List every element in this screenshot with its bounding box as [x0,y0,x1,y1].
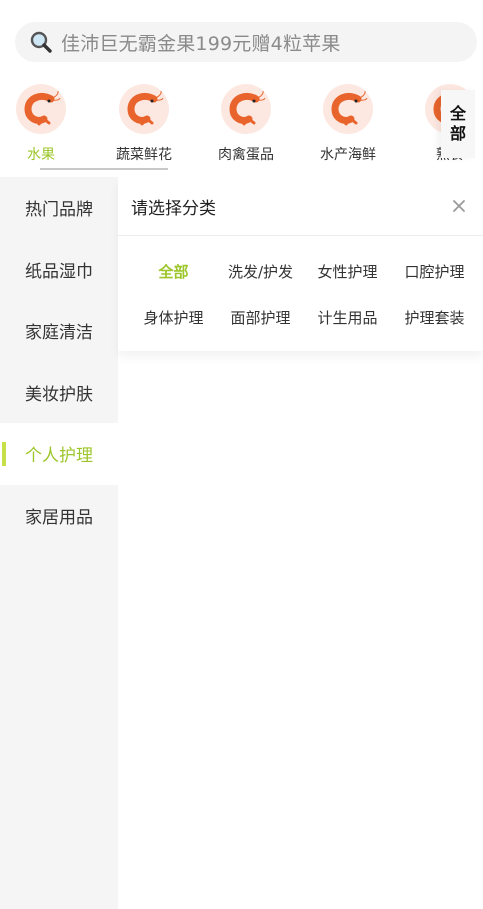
sidebar-item-label: 热门品牌 [25,200,93,221]
chip-hair-care[interactable]: 洗发/护发 [217,248,304,294]
category-seafood[interactable]: 水产海鲜 [303,84,393,164]
shrimp-icon [323,84,373,134]
chip-feminine-care[interactable]: 女性护理 [304,248,391,294]
active-indicator [2,442,6,466]
panel-title: 请选择分类 [131,198,216,219]
subcategory-grid: 全部 洗发/护发 女性护理 口腔护理 身体护理 面部护理 计生用品 护理套装 [118,236,483,340]
search-icon [29,30,53,54]
chip-family-planning[interactable]: 计生用品 [304,294,391,340]
search-placeholder: 佳沛巨无霸金果199元赠4粒苹果 [61,32,341,55]
chip-body-care[interactable]: 身体护理 [130,294,217,340]
category-label: 蔬菜鲜花 [116,147,172,163]
shrimp-icon [119,84,169,134]
chip-all[interactable]: 全部 [130,248,217,294]
shrimp-icon [16,84,66,134]
shrimp-icon [221,84,271,134]
category-vegetables[interactable]: 蔬菜鲜花 [99,84,189,164]
chip-care-sets[interactable]: 护理套装 [391,294,478,340]
category-meat[interactable]: 肉禽蛋品 [201,84,291,164]
chip-oral-care[interactable]: 口腔护理 [391,248,478,294]
sidebar-item-personal-care[interactable]: 个人护理 [0,423,118,485]
sidebar-item-paper-wipes[interactable]: 纸品湿巾 [0,239,118,301]
category-label: 水果 [27,147,55,163]
sidebar-item-label: 家居用品 [25,507,93,528]
category-label: 肉禽蛋品 [218,147,274,163]
sidebar-item-label: 纸品湿巾 [25,261,93,282]
sidebar-item-hot-brands[interactable]: 热门品牌 [0,177,118,239]
category-strip: 水果 蔬菜鲜花 肉禽蛋品 水产海鲜 [0,84,483,176]
category-fruit[interactable]: 水果 [0,84,86,164]
sidebar: 热门品牌 纸品湿巾 家庭清洁 美妆护肤 个人护理 家居用品 [0,177,118,909]
sidebar-item-label: 家庭清洁 [25,323,93,344]
sidebar-item-label: 个人护理 [25,446,93,467]
all-button-line1: 全 [449,104,466,123]
search-bar[interactable]: 佳沛巨无霸金果199元赠4粒苹果 [15,22,477,62]
chip-face-care[interactable]: 面部护理 [217,294,304,340]
category-scroll-indicator [40,168,168,170]
panel-header: 请选择分类 [118,177,483,236]
category-label: 水产海鲜 [320,147,376,163]
sidebar-item-label: 美妆护肤 [25,384,93,405]
all-button-line2: 部 [449,124,466,143]
all-categories-button[interactable]: 全 部 [441,90,475,158]
sidebar-item-home-cleaning[interactable]: 家庭清洁 [0,300,118,362]
close-icon[interactable] [451,198,467,214]
sidebar-item-beauty-skincare[interactable]: 美妆护肤 [0,362,118,424]
subcategory-panel: 请选择分类 全部 洗发/护发 女性护理 口腔护理 身体护理 面部护理 计生用品 … [118,177,483,351]
sidebar-item-household[interactable]: 家居用品 [0,485,118,547]
